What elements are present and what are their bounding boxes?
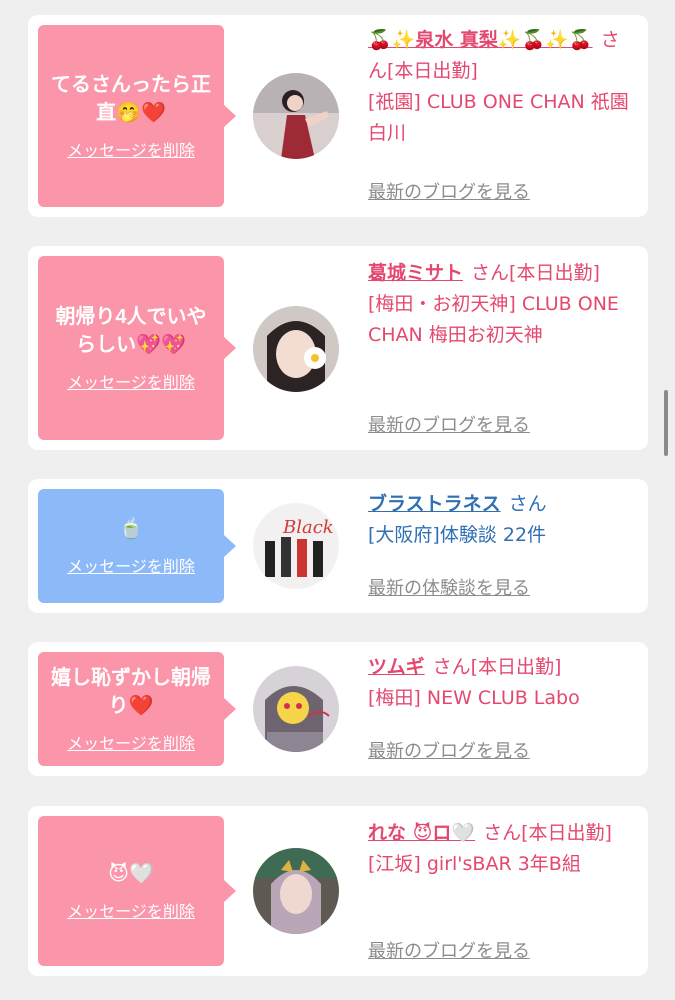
cast-info: ツムギ さん[本日出勤] [梅田] NEW CLUB Labo bbox=[368, 652, 638, 714]
honorific: さん bbox=[471, 262, 510, 284]
delete-message-link[interactable]: メッセージを削除 bbox=[67, 553, 195, 577]
message-bubble: 😈🤍 メッセージを削除 bbox=[38, 816, 236, 966]
latest-blog-link[interactable]: 最新のブログを見る bbox=[368, 737, 530, 763]
message-card: 😈🤍 メッセージを削除 れな 😈ロ🤍 さん[本日出勤] [江坂] girl'sBA… bbox=[28, 806, 648, 976]
status-text: [本日出勤] bbox=[509, 262, 600, 284]
cast-info: れな 😈ロ🤍 さん[本日出勤] [江坂] girl'sBAR 3年B組 bbox=[368, 818, 638, 880]
message-text: 😈🤍 bbox=[108, 863, 154, 885]
message-card: 朝帰り4人でいやらしい💖💖 メッセージを削除 葛城ミサト さん[本日出勤] [梅田… bbox=[28, 246, 648, 450]
delete-message-link[interactable]: メッセージを削除 bbox=[67, 369, 195, 393]
cast-name-link[interactable]: れな 😈ロ🤍 bbox=[368, 822, 475, 844]
shop-text: [大阪府]体験談 22件 bbox=[368, 524, 547, 546]
message-text: 嬉し恥ずかし朝帰り❤️ bbox=[51, 667, 211, 717]
cast-info: 葛城ミサト さん[本日出勤] [梅田・お初天神] CLUB ONE CHAN 梅田… bbox=[368, 258, 638, 351]
message-card: 嬉し恥ずかし朝帰り❤️ メッセージを削除 ツムギ さん[本日出勤] [梅田] NE… bbox=[28, 642, 648, 776]
message-bubble: 嬉し恥ずかし朝帰り❤️ メッセージを削除 bbox=[38, 652, 236, 766]
latest-review-link[interactable]: 最新の体験談を見る bbox=[368, 574, 530, 600]
message-card: 🍵 メッセージを削除 Black ブラストラネス さん [大阪府]体験談 22件 … bbox=[28, 479, 648, 613]
latest-blog-link[interactable]: 最新のブログを見る bbox=[368, 178, 530, 204]
message-text: 🍵 bbox=[118, 518, 144, 540]
cast-name-link[interactable]: ツムギ bbox=[368, 656, 425, 678]
cast-name-link[interactable]: 葛城ミサト bbox=[368, 262, 463, 284]
avatar[interactable] bbox=[253, 73, 339, 159]
shop-text: [梅田] NEW CLUB Labo bbox=[368, 687, 580, 709]
latest-blog-link[interactable]: 最新のブログを見る bbox=[368, 937, 530, 963]
status-text: [本日出勤] bbox=[470, 656, 562, 678]
shop-text: [梅田・お初天神] CLUB ONE CHAN 梅田お初天神 bbox=[368, 293, 619, 346]
delete-message-link[interactable]: メッセージを削除 bbox=[67, 137, 195, 161]
latest-blog-link[interactable]: 最新のブログを見る bbox=[368, 411, 530, 437]
delete-message-link[interactable]: メッセージを削除 bbox=[67, 898, 195, 922]
message-bubble: 朝帰り4人でいやらしい💖💖 メッセージを削除 bbox=[38, 256, 236, 440]
avatar[interactable] bbox=[253, 666, 339, 752]
svg-text:Black: Black bbox=[282, 517, 334, 538]
delete-message-link[interactable]: メッセージを削除 bbox=[67, 730, 195, 754]
message-text: てるさんったら正直🤭❤️ bbox=[51, 74, 211, 124]
cast-name-link[interactable]: ブラストラネス bbox=[368, 493, 501, 515]
status-text: [本日出勤] bbox=[387, 60, 478, 82]
cast-name-link[interactable]: 🍒✨泉水 真梨✨🍒✨🍒 bbox=[368, 29, 593, 51]
status-text: [本日出勤] bbox=[521, 822, 612, 844]
honorific: さん bbox=[432, 656, 471, 678]
shop-text: [祇園] CLUB ONE CHAN 祇園白川 bbox=[368, 91, 629, 144]
scrollbar[interactable] bbox=[664, 390, 668, 456]
cast-info: 🍒✨泉水 真梨✨🍒✨🍒 さん[本日出勤] [祇園] CLUB ONE CHAN 祇… bbox=[368, 25, 638, 149]
message-text: 朝帰り4人でいやらしい💖💖 bbox=[55, 306, 207, 356]
avatar[interactable] bbox=[253, 848, 339, 934]
message-card: てるさんったら正直🤭❤️ メッセージを削除 🍒✨泉水 真梨✨🍒✨🍒 さん[本日出勤… bbox=[28, 15, 648, 217]
cast-info: ブラストラネス さん [大阪府]体験談 22件 bbox=[368, 489, 638, 551]
shop-text: [江坂] girl'sBAR 3年B組 bbox=[368, 853, 581, 875]
message-bubble: てるさんったら正直🤭❤️ メッセージを削除 bbox=[38, 25, 236, 207]
honorific: さん bbox=[483, 822, 522, 844]
honorific: さん bbox=[508, 493, 547, 515]
message-bubble: 🍵 メッセージを削除 bbox=[38, 489, 236, 603]
avatar[interactable] bbox=[253, 306, 339, 392]
avatar[interactable]: Black bbox=[253, 503, 339, 589]
